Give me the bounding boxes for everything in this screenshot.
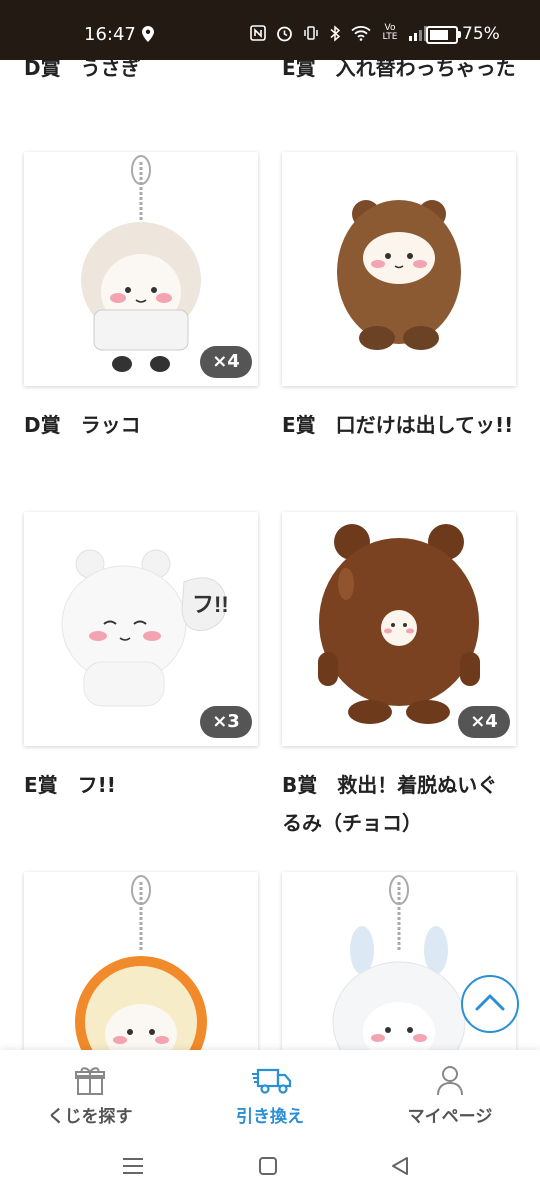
prize-card-lion[interactable] xyxy=(24,872,258,1050)
status-time: 16:47 xyxy=(84,24,136,45)
tab-search-kuji[interactable]: くじを探す xyxy=(0,1050,180,1138)
status-icons: Vo LTE xyxy=(250,24,427,42)
tab-exchange[interactable]: 引き換え xyxy=(180,1050,360,1138)
volte-label: Vo LTE xyxy=(382,23,398,42)
plush-lion-costume-image xyxy=(75,875,207,1050)
truck-icon xyxy=(252,1068,292,1094)
prize-card-fu[interactable]: フ!! ×3 xyxy=(24,512,258,746)
home-icon[interactable] xyxy=(258,1156,278,1176)
prize-title[interactable]: E賞 口だけは出してッ!! xyxy=(282,406,514,444)
prize-card-kuchi[interactable] xyxy=(282,152,516,386)
alarm-icon xyxy=(277,26,292,41)
tab-mypage[interactable]: マイページ xyxy=(360,1050,540,1138)
nfc-icon xyxy=(250,25,266,41)
recent-apps-icon[interactable] xyxy=(122,1156,144,1176)
battery-icon xyxy=(426,26,461,44)
signal-icon xyxy=(409,25,427,41)
bluetooth-icon xyxy=(330,24,341,42)
scroll-to-top-button[interactable] xyxy=(461,975,519,1033)
prize-card-rakko[interactable]: ×4 xyxy=(24,152,258,386)
quantity-badge: ×4 xyxy=(200,346,252,378)
back-icon[interactable] xyxy=(390,1156,410,1176)
prize-title[interactable]: B賞 救出！着脱ぬいぐるみ（チョコ） xyxy=(282,766,514,842)
quantity-badge: ×4 xyxy=(458,706,510,738)
battery-percent: 75% xyxy=(462,24,500,44)
prize-list[interactable]: D賞 うさぎ E賞 入れ替わっちゃった ×4 D賞 ラッコ E賞 口だけは出して… xyxy=(0,60,540,1050)
quantity-badge: ×3 xyxy=(200,706,252,738)
system-nav-bar xyxy=(0,1138,540,1200)
tab-label: マイページ xyxy=(407,1107,493,1127)
tab-label: 引き換え xyxy=(236,1107,304,1127)
vibrate-icon xyxy=(304,26,318,40)
chevron-up-icon xyxy=(475,994,505,1011)
bottom-tab-bar: くじを探す 引き換え マイページ xyxy=(0,1050,540,1138)
svg-text:フ!!: フ!! xyxy=(192,592,229,617)
wifi-icon xyxy=(351,26,371,41)
prize-title[interactable]: E賞 入れ替わっちゃった xyxy=(282,60,522,87)
location-icon xyxy=(142,26,154,46)
gift-icon xyxy=(75,1067,105,1095)
prize-card-choco[interactable]: ×4 xyxy=(282,512,516,746)
plush-bear-costume-image xyxy=(337,200,461,350)
status-bar: 16:47 Vo LTE 75% xyxy=(0,0,540,60)
prize-title[interactable]: E賞 フ!! xyxy=(24,766,256,804)
tab-label: くじを探す xyxy=(47,1107,133,1127)
prize-title[interactable]: D賞 ラッコ xyxy=(24,406,256,444)
person-icon xyxy=(437,1066,463,1096)
prize-title[interactable]: D賞 うさぎ xyxy=(24,60,264,87)
